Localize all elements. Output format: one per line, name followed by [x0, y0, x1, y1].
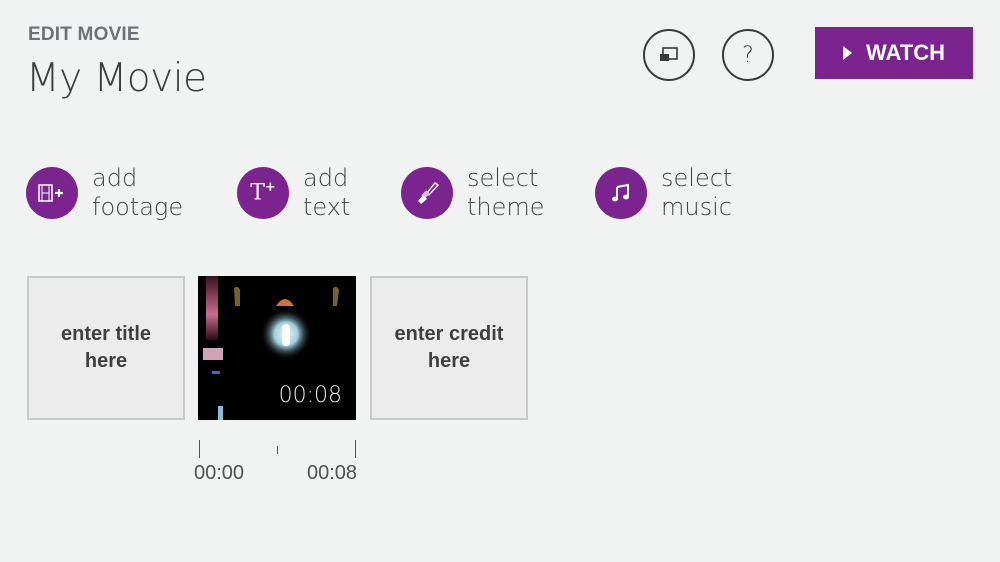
watch-button[interactable]: WATCH — [815, 27, 973, 79]
timeline-end-label: 00:08 — [307, 462, 358, 484]
cast-button[interactable] — [643, 29, 695, 81]
select-theme-label: select theme — [467, 164, 545, 221]
add-footage-label: add footage — [92, 164, 184, 221]
clip-duration: 00:08 — [278, 383, 342, 408]
help-button[interactable]: ? — [722, 29, 774, 81]
timeline-tick-mid — [277, 446, 278, 454]
movie-title[interactable]: My Movie — [26, 56, 207, 101]
select-theme-button[interactable]: select theme — [401, 164, 545, 222]
film-plus-icon — [26, 167, 78, 219]
play-icon — [842, 46, 852, 60]
music-note-icon — [595, 167, 647, 219]
select-music-label: select music — [661, 164, 733, 221]
text-plus-icon: T+ — [237, 167, 289, 219]
title-card[interactable]: enter title here — [27, 276, 185, 420]
credit-card[interactable]: enter credit here — [370, 276, 528, 420]
watch-label: WATCH — [865, 40, 946, 65]
help-icon: ? — [742, 42, 754, 68]
section-kicker: EDIT MOVIE — [28, 24, 140, 45]
timeline-start-label: 00:00 — [194, 462, 245, 484]
add-text-label: add text — [303, 164, 351, 221]
select-music-button[interactable]: select music — [595, 164, 732, 222]
timeline-tick-end — [355, 440, 356, 458]
paintbrush-icon — [401, 167, 453, 219]
timeline-tick-start — [199, 440, 200, 458]
video-clip-thumbnail[interactable]: 00:08 — [198, 276, 356, 420]
add-footage-button[interactable]: add footage — [26, 164, 183, 222]
add-text-button[interactable]: T+ add text — [237, 164, 350, 222]
cast-to-device-icon — [660, 47, 678, 61]
